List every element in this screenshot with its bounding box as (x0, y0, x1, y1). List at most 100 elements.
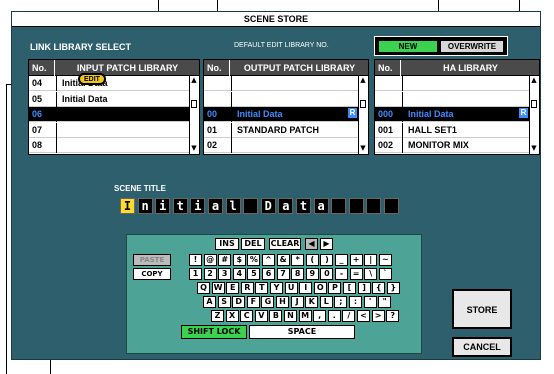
char-key[interactable]: * (291, 254, 305, 266)
edit-button[interactable]: EDIT (78, 73, 106, 85)
char-key[interactable]: : (349, 296, 362, 308)
table-row[interactable]: 02 (204, 138, 358, 154)
scroll-thumb[interactable] (360, 100, 366, 108)
scroll-thumb[interactable] (191, 100, 197, 108)
title-char[interactable]: t (172, 198, 188, 214)
char-key[interactable]: C (240, 310, 254, 322)
ins-key[interactable]: INS (215, 238, 239, 250)
table-row[interactable] (375, 76, 529, 91)
cursor-right-key[interactable]: ▶ (320, 238, 333, 250)
title-char[interactable]: t (296, 198, 311, 214)
table-row[interactable]: 002 MONITOR MIX (375, 138, 529, 154)
title-char[interactable]: D (260, 198, 276, 214)
char-key[interactable]: < (357, 310, 370, 322)
char-key[interactable]: ( (305, 254, 319, 266)
char-key[interactable]: 5 (247, 268, 261, 280)
title-char[interactable]: l (225, 198, 241, 214)
char-key[interactable]: ^ (262, 254, 275, 266)
char-key[interactable]: ` (378, 268, 392, 280)
char-key[interactable]: [ (343, 282, 356, 294)
char-key[interactable]: ~ (378, 254, 392, 266)
char-key[interactable]: @ (203, 254, 217, 266)
char-key[interactable]: D (232, 296, 246, 308)
char-key[interactable]: N (284, 310, 297, 322)
char-key[interactable]: S (217, 296, 231, 308)
table-row[interactable]: 04Initial Data (29, 76, 189, 91)
char-key[interactable]: K (305, 296, 319, 308)
char-key[interactable]: H (276, 296, 289, 308)
char-key[interactable]: + (349, 254, 363, 266)
paste-key[interactable]: PASTE (133, 254, 171, 266)
char-key[interactable]: 8 (291, 268, 305, 280)
char-key[interactable]: { (372, 282, 386, 294)
table-row[interactable] (204, 91, 358, 107)
output-patch-scrollbar[interactable]: ▲ ▼ (358, 76, 367, 154)
char-key[interactable]: 4 (232, 268, 246, 280)
ha-library-scrollbar[interactable]: ▲ ▼ (529, 76, 538, 154)
table-row[interactable]: 05 Initial Data (29, 91, 189, 107)
char-key[interactable]: % (247, 254, 261, 266)
title-char[interactable]: a (313, 198, 329, 214)
title-char[interactable]: i (190, 198, 206, 214)
char-key[interactable]: ] (357, 282, 371, 294)
space-key[interactable]: SPACE (249, 325, 355, 339)
scroll-up-icon[interactable]: ▲ (190, 76, 198, 84)
scroll-down-icon[interactable]: ▼ (530, 144, 538, 152)
char-key[interactable]: P (328, 282, 342, 294)
table-row[interactable]: 01 STANDARD PATCH (204, 122, 358, 138)
title-char[interactable] (366, 198, 382, 214)
char-key[interactable]: W (211, 282, 225, 294)
scroll-up-icon[interactable]: ▲ (359, 76, 367, 84)
char-key[interactable]: > (371, 310, 385, 322)
scroll-down-icon[interactable]: ▼ (359, 144, 367, 152)
title-char[interactable]: a (278, 198, 294, 214)
char-key[interactable]: Z (211, 310, 224, 322)
char-key[interactable]: $ (232, 254, 246, 266)
char-key[interactable]: # (218, 254, 232, 266)
title-char[interactable] (243, 198, 259, 214)
new-button[interactable]: NEW (378, 40, 438, 53)
char-key[interactable]: " (378, 296, 392, 308)
char-key[interactable]: - (335, 268, 348, 280)
char-key[interactable]: B (269, 310, 283, 322)
char-key[interactable]: 0 (320, 268, 334, 280)
char-key[interactable]: T (255, 282, 269, 294)
char-key[interactable]: U (284, 282, 298, 294)
table-row[interactable]: 001 HALL SET1 (375, 122, 529, 138)
table-row[interactable]: 06 (29, 107, 189, 123)
title-char[interactable] (348, 198, 364, 214)
cursor-left-key[interactable]: ◀ (305, 238, 318, 250)
title-char[interactable]: n (137, 198, 153, 214)
del-key[interactable]: DEL (241, 238, 265, 250)
char-key[interactable]: 1 (189, 268, 202, 280)
scroll-down-icon[interactable]: ▼ (190, 144, 198, 152)
table-row[interactable]: 00 Initial Data R (204, 107, 358, 123)
char-key[interactable]: L (319, 296, 333, 308)
char-key[interactable]: | (364, 254, 378, 266)
char-key[interactable]: 9 (305, 268, 319, 280)
table-row[interactable]: 08 (29, 138, 189, 154)
char-key[interactable]: 2 (203, 268, 217, 280)
char-key[interactable]: 3 (218, 268, 232, 280)
char-key[interactable]: X (225, 310, 239, 322)
char-key[interactable]: I (299, 282, 313, 294)
char-key[interactable]: , (313, 310, 327, 322)
title-char[interactable] (331, 198, 347, 214)
char-key[interactable]: G (261, 296, 275, 308)
title-char[interactable]: I (120, 198, 135, 214)
char-key[interactable]: ! (189, 254, 202, 266)
char-key[interactable]: Y (270, 282, 283, 294)
table-row[interactable]: 07 (29, 122, 189, 138)
shift-lock-key[interactable]: SHIFT LOCK (181, 325, 247, 339)
char-key[interactable]: F (246, 296, 260, 308)
char-key[interactable]: V (254, 310, 268, 322)
store-button[interactable]: STORE (452, 289, 512, 329)
char-key[interactable]: J (290, 296, 304, 308)
char-key[interactable]: = (349, 268, 363, 280)
char-key[interactable]: ? (386, 310, 400, 322)
char-key[interactable]: 6 (262, 268, 275, 280)
cancel-button[interactable]: CANCEL (452, 337, 512, 357)
char-key[interactable]: _ (335, 254, 348, 266)
char-key[interactable]: R (240, 282, 254, 294)
scroll-up-icon[interactable]: ▲ (530, 76, 538, 84)
